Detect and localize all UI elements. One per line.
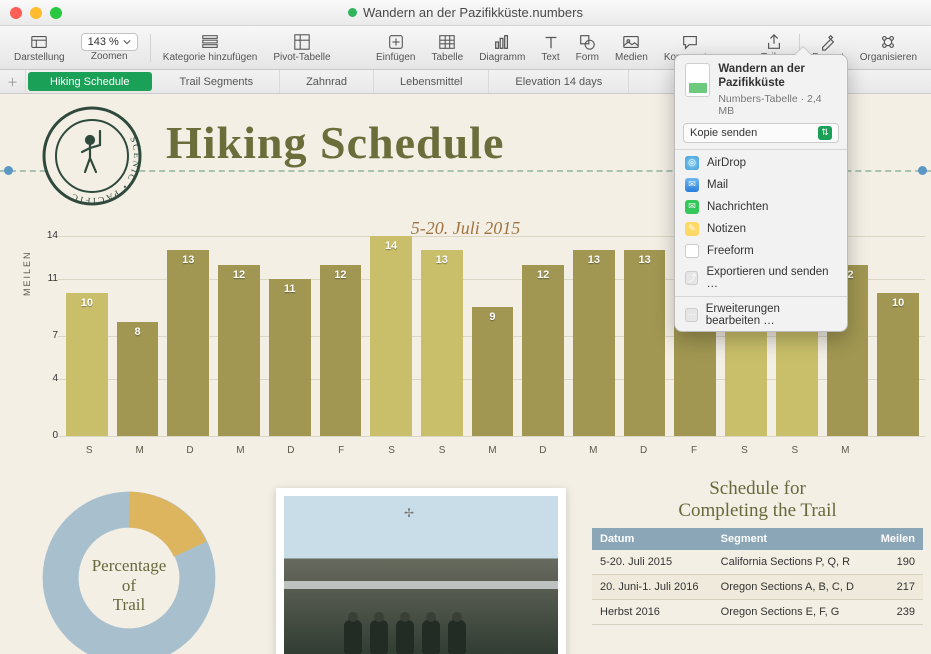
x-axis-labels: SMDMDFSSMDMDFSSM <box>64 445 921 456</box>
chevron-down-icon <box>123 38 131 46</box>
media-button[interactable]: Medien <box>607 31 656 65</box>
x-tick-label: F <box>669 445 719 456</box>
page-title: Hiking Schedule <box>166 116 504 169</box>
schedule-table[interactable]: DatumSegmentMeilen 5-20. Juli 2015Califo… <box>592 528 923 625</box>
notes-icon: ✎ <box>685 222 699 236</box>
donut-center-label: Percentage of Trail <box>24 556 234 615</box>
x-tick-label: D <box>165 445 215 456</box>
messages-icon: ✉ <box>685 200 699 214</box>
percentage-donut-chart[interactable]: Percentage of Trail <box>24 488 234 654</box>
schedule-title: Schedule for Completing the Trail <box>592 478 923 522</box>
share-export[interactable]: ⤴Exportieren und senden … <box>675 262 847 294</box>
x-tick-label: D <box>618 445 668 456</box>
insert-icon <box>387 33 405 51</box>
freeform-icon: ❖ <box>685 244 699 258</box>
toolbar-separator <box>150 34 151 62</box>
fullscreen-window-button[interactable] <box>50 7 62 19</box>
format-icon <box>819 33 837 51</box>
x-tick-label: D <box>266 445 316 456</box>
share-freeform[interactable]: ❖Freeform <box>675 240 847 262</box>
x-tick-label: F <box>316 445 366 456</box>
add-category-button[interactable]: Kategorie hinzufügen <box>155 31 266 65</box>
share-popover: Wandern an derPazifikküste Numbers-Tabel… <box>674 54 848 332</box>
view-icon <box>30 33 48 51</box>
table-row[interactable]: 20. Juni-1. Juli 2016Oregon Sections A, … <box>592 574 923 599</box>
x-tick-label: S <box>64 445 114 456</box>
bird-icon: ✢ <box>404 506 414 520</box>
sheet-tab[interactable]: Hiking Schedule <box>28 72 152 91</box>
media-icon <box>622 33 640 51</box>
x-tick-label: D <box>518 445 568 456</box>
table-button[interactable]: Tabelle <box>424 31 472 65</box>
chart-button[interactable]: Diagramm <box>471 31 533 65</box>
x-tick-label: S <box>719 445 769 456</box>
table-icon <box>438 33 456 51</box>
document-proxy-icon <box>348 8 357 17</box>
sheet-tab[interactable]: Trail Segments <box>154 70 281 93</box>
text-icon <box>542 33 560 51</box>
coastal-photo[interactable]: ✢ <box>276 488 566 654</box>
minimize-window-button[interactable] <box>30 7 42 19</box>
close-window-button[interactable] <box>10 7 22 19</box>
schedule-table-section: Schedule for Completing the Trail DatumS… <box>592 478 923 625</box>
shape-icon <box>578 33 596 51</box>
export-icon: ⤴ <box>685 271 698 285</box>
table-header[interactable]: Meilen <box>870 528 923 550</box>
share-doc-title: Wandern an derPazifikküste <box>718 63 837 91</box>
share-messages[interactable]: ✉Nachrichten <box>675 196 847 218</box>
table-header[interactable]: Datum <box>592 528 713 550</box>
view-button[interactable]: Darstellung <box>6 31 73 65</box>
sheet-tab[interactable]: Elevation 14 days <box>489 70 629 93</box>
document-filename: Wandern an der Pazifikküste.numbers <box>0 5 931 20</box>
category-icon <box>201 33 219 51</box>
x-tick-label <box>871 445 921 456</box>
share-extensions[interactable]: ⋯Erweiterungen bearbeiten … <box>675 299 847 331</box>
share-doc-subtitle: Numbers-Tabelle · 2,4 MB <box>718 93 837 117</box>
share-mail[interactable]: ✉Mail <box>675 174 847 196</box>
y-axis-label: MEILEN <box>22 250 32 296</box>
table-header[interactable]: Segment <box>713 528 870 550</box>
guide-handle-right[interactable] <box>918 166 927 175</box>
dropdown-arrows-icon: ⇅ <box>818 126 832 140</box>
table-row[interactable]: 5-20. Juli 2015California Sections P, Q,… <box>592 550 923 575</box>
window-controls <box>0 7 62 19</box>
pivot-icon <box>293 33 311 51</box>
zoom-control[interactable]: 143 % Zoomen <box>73 31 146 64</box>
x-tick-label: M <box>568 445 618 456</box>
organize-icon <box>879 33 897 51</box>
x-tick-label: M <box>114 445 164 456</box>
mail-icon: ✉ <box>685 178 699 192</box>
trails-logo: SCENIC • PACIFIC TRAILS <box>42 106 142 206</box>
x-tick-label: M <box>467 445 517 456</box>
insert-button[interactable]: Einfügen <box>368 31 423 65</box>
text-button[interactable]: Text <box>533 31 567 65</box>
x-tick-label: M <box>215 445 265 456</box>
airdrop-icon: ◎ <box>685 156 699 170</box>
window-titlebar: Wandern an der Pazifikküste.numbers <box>0 0 931 26</box>
document-thumbnail-icon <box>685 63 710 97</box>
table-row[interactable]: Herbst 2016Oregon Sections E, F, G239 <box>592 599 923 624</box>
share-icon <box>765 33 783 51</box>
shape-button[interactable]: Form <box>568 31 607 65</box>
pivot-table-button[interactable]: Pivot-Tabelle <box>265 31 338 65</box>
x-tick-label: S <box>366 445 416 456</box>
send-copy-dropdown[interactable]: Kopie senden ⇅ <box>683 123 839 143</box>
x-tick-label: S <box>417 445 467 456</box>
guide-handle-left[interactable] <box>4 166 13 175</box>
chart-icon <box>493 33 511 51</box>
x-tick-label: S <box>770 445 820 456</box>
sheet-tab[interactable]: Lebensmittel <box>374 70 489 93</box>
sheet-tab[interactable]: Zahnrad <box>280 70 374 93</box>
add-sheet-button[interactable]: ＋ <box>0 70 26 93</box>
organize-button[interactable]: Organisieren <box>852 31 925 65</box>
extensions-icon: ⋯ <box>685 308 698 322</box>
x-tick-label: M <box>820 445 870 456</box>
share-notes[interactable]: ✎Notizen <box>675 218 847 240</box>
share-airdrop[interactable]: ◎AirDrop <box>675 152 847 174</box>
comment-icon <box>681 33 699 51</box>
zoom-dropdown[interactable]: 143 % <box>81 33 138 51</box>
